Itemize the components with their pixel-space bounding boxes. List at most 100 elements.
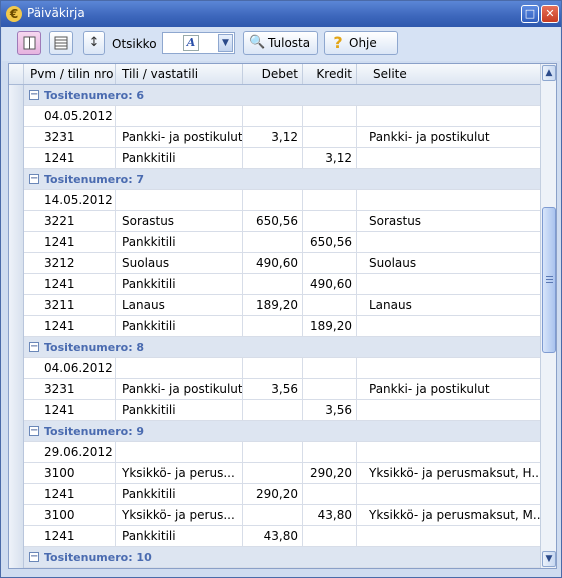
cell-credit[interactable] [303, 526, 357, 547]
row-indicator[interactable] [9, 379, 24, 400]
cell-credit[interactable]: 290,20 [303, 463, 357, 484]
vertical-scrollbar[interactable]: ▲ ▼ [540, 64, 556, 568]
cell-debit[interactable]: 490,60 [243, 253, 303, 274]
cell-credit[interactable] [303, 358, 357, 379]
group-row[interactable]: − Tositenumero: 6 [9, 85, 540, 106]
cell-debit[interactable] [243, 316, 303, 337]
row-indicator[interactable] [9, 148, 24, 169]
cell-description[interactable]: Yksikkö- ja perusmaksut, M... [357, 505, 540, 526]
cell-credit[interactable] [303, 106, 357, 127]
row-indicator[interactable] [9, 127, 24, 148]
row-indicator[interactable] [9, 106, 24, 127]
table-row[interactable]: 14.05.2012 [9, 190, 540, 211]
cell-debit[interactable] [243, 148, 303, 169]
table-row[interactable]: 3100 Yksikkö- ja perus... 290,20 Yksikkö- j… [9, 463, 540, 484]
cell-account-name[interactable]: Pankkitili [116, 274, 243, 295]
cell-description[interactable] [357, 274, 540, 295]
column-header-debit[interactable]: Debet [243, 64, 303, 84]
cell-account-name[interactable] [116, 106, 243, 127]
cell-description[interactable]: Pankki- ja postikulut [357, 379, 540, 400]
collapse-group-icon[interactable]: − [29, 90, 39, 100]
cell-date-account[interactable]: 29.06.2012 [24, 442, 116, 463]
row-indicator[interactable] [9, 337, 24, 358]
cell-account-name[interactable] [116, 358, 243, 379]
cell-date-account[interactable]: 3211 [24, 295, 116, 316]
cell-description[interactable]: Sorastus [357, 211, 540, 232]
cell-description[interactable]: Pankki- ja postikulut [357, 127, 540, 148]
column-header-description[interactable]: Selite [357, 64, 540, 84]
cell-date-account[interactable]: 3231 [24, 379, 116, 400]
table-row[interactable]: 3211 Lanaus 189,20 Lanaus [9, 295, 540, 316]
row-indicator[interactable] [9, 85, 24, 106]
table-row[interactable]: 1241 Pankkitili 43,80 [9, 526, 540, 547]
cell-description[interactable] [357, 316, 540, 337]
cell-credit[interactable]: 189,20 [303, 316, 357, 337]
cell-credit[interactable] [303, 484, 357, 505]
cell-description[interactable] [357, 526, 540, 547]
help-button[interactable]: ? Ohje [324, 31, 398, 55]
cell-account-name[interactable]: Pankkitili [116, 484, 243, 505]
table-row[interactable]: 1241 Pankkitili 490,60 [9, 274, 540, 295]
cell-account-name[interactable]: Suolaus [116, 253, 243, 274]
cell-date-account[interactable]: 1241 [24, 400, 116, 421]
cell-account-name[interactable]: Pankki- ja postikulut [116, 379, 243, 400]
cell-date-account[interactable]: 14.05.2012 [24, 190, 116, 211]
row-indicator[interactable] [9, 169, 24, 190]
table-row[interactable]: 3231 Pankki- ja postikulut 3,12 Pankki- ja … [9, 127, 540, 148]
cell-description[interactable]: Yksikkö- ja perusmaksut, H... [357, 463, 540, 484]
journal-grid[interactable]: Pvm / tilin nro Tili / vastatili Debet K… [8, 63, 557, 569]
cell-debit[interactable] [243, 463, 303, 484]
cell-date-account[interactable]: 1241 [24, 232, 116, 253]
row-indicator[interactable] [9, 232, 24, 253]
cell-date-account[interactable]: 04.05.2012 [24, 106, 116, 127]
cell-date-account[interactable]: 3100 [24, 463, 116, 484]
cell-debit[interactable]: 3,56 [243, 379, 303, 400]
row-indicator[interactable] [9, 295, 24, 316]
scroll-up-arrow-icon[interactable]: ▲ [542, 65, 556, 81]
cell-account-name[interactable]: Pankkitili [116, 526, 243, 547]
cell-credit[interactable]: 3,56 [303, 400, 357, 421]
group-row[interactable]: − Tositenumero: 9 [9, 421, 540, 442]
table-row[interactable]: 1241 Pankkitili 650,56 [9, 232, 540, 253]
scroll-down-arrow-icon[interactable]: ▼ [542, 551, 556, 567]
cell-account-name[interactable]: Sorastus [116, 211, 243, 232]
column-header-credit[interactable]: Kredit [303, 64, 357, 84]
cell-debit[interactable] [243, 106, 303, 127]
cell-credit[interactable]: 650,56 [303, 232, 357, 253]
restore-button[interactable]: □ [521, 5, 539, 23]
cell-debit[interactable]: 3,12 [243, 127, 303, 148]
collapse-group-icon[interactable]: − [29, 342, 39, 352]
cell-debit[interactable] [243, 232, 303, 253]
cell-credit[interactable] [303, 190, 357, 211]
cell-description[interactable]: Lanaus [357, 295, 540, 316]
row-indicator[interactable] [9, 421, 24, 442]
group-row[interactable]: − Tositenumero: 7 [9, 169, 540, 190]
cell-credit[interactable]: 3,12 [303, 148, 357, 169]
cell-date-account[interactable]: 3212 [24, 253, 116, 274]
otsikko-select[interactable]: A ▼ [162, 32, 235, 54]
cell-credit[interactable] [303, 127, 357, 148]
cell-debit[interactable] [243, 400, 303, 421]
cell-date-account[interactable]: 3231 [24, 127, 116, 148]
cell-account-name[interactable] [116, 442, 243, 463]
cell-description[interactable] [357, 400, 540, 421]
cell-date-account[interactable]: 3100 [24, 505, 116, 526]
table-row[interactable]: 3221 Sorastus 650,56 Sorastus [9, 211, 540, 232]
print-button[interactable]: 🔍 Tulosta [243, 31, 318, 55]
close-button[interactable]: ✕ [541, 5, 559, 23]
row-indicator[interactable] [9, 463, 24, 484]
cell-debit[interactable]: 290,20 [243, 484, 303, 505]
cell-date-account[interactable]: 3221 [24, 211, 116, 232]
table-row[interactable]: 1241 Pankkitili 189,20 [9, 316, 540, 337]
table-row[interactable]: 04.05.2012 [9, 106, 540, 127]
cell-date-account[interactable]: 1241 [24, 148, 116, 169]
cell-description[interactable] [357, 484, 540, 505]
cell-credit[interactable] [303, 211, 357, 232]
cell-debit[interactable]: 43,80 [243, 526, 303, 547]
cell-account-name[interactable]: Yksikkö- ja perus... [116, 505, 243, 526]
cell-credit[interactable] [303, 253, 357, 274]
cell-description[interactable] [357, 148, 540, 169]
cell-date-account[interactable]: 1241 [24, 274, 116, 295]
expand-collapse-button[interactable]: ↕ [83, 31, 105, 55]
cell-credit[interactable] [303, 379, 357, 400]
